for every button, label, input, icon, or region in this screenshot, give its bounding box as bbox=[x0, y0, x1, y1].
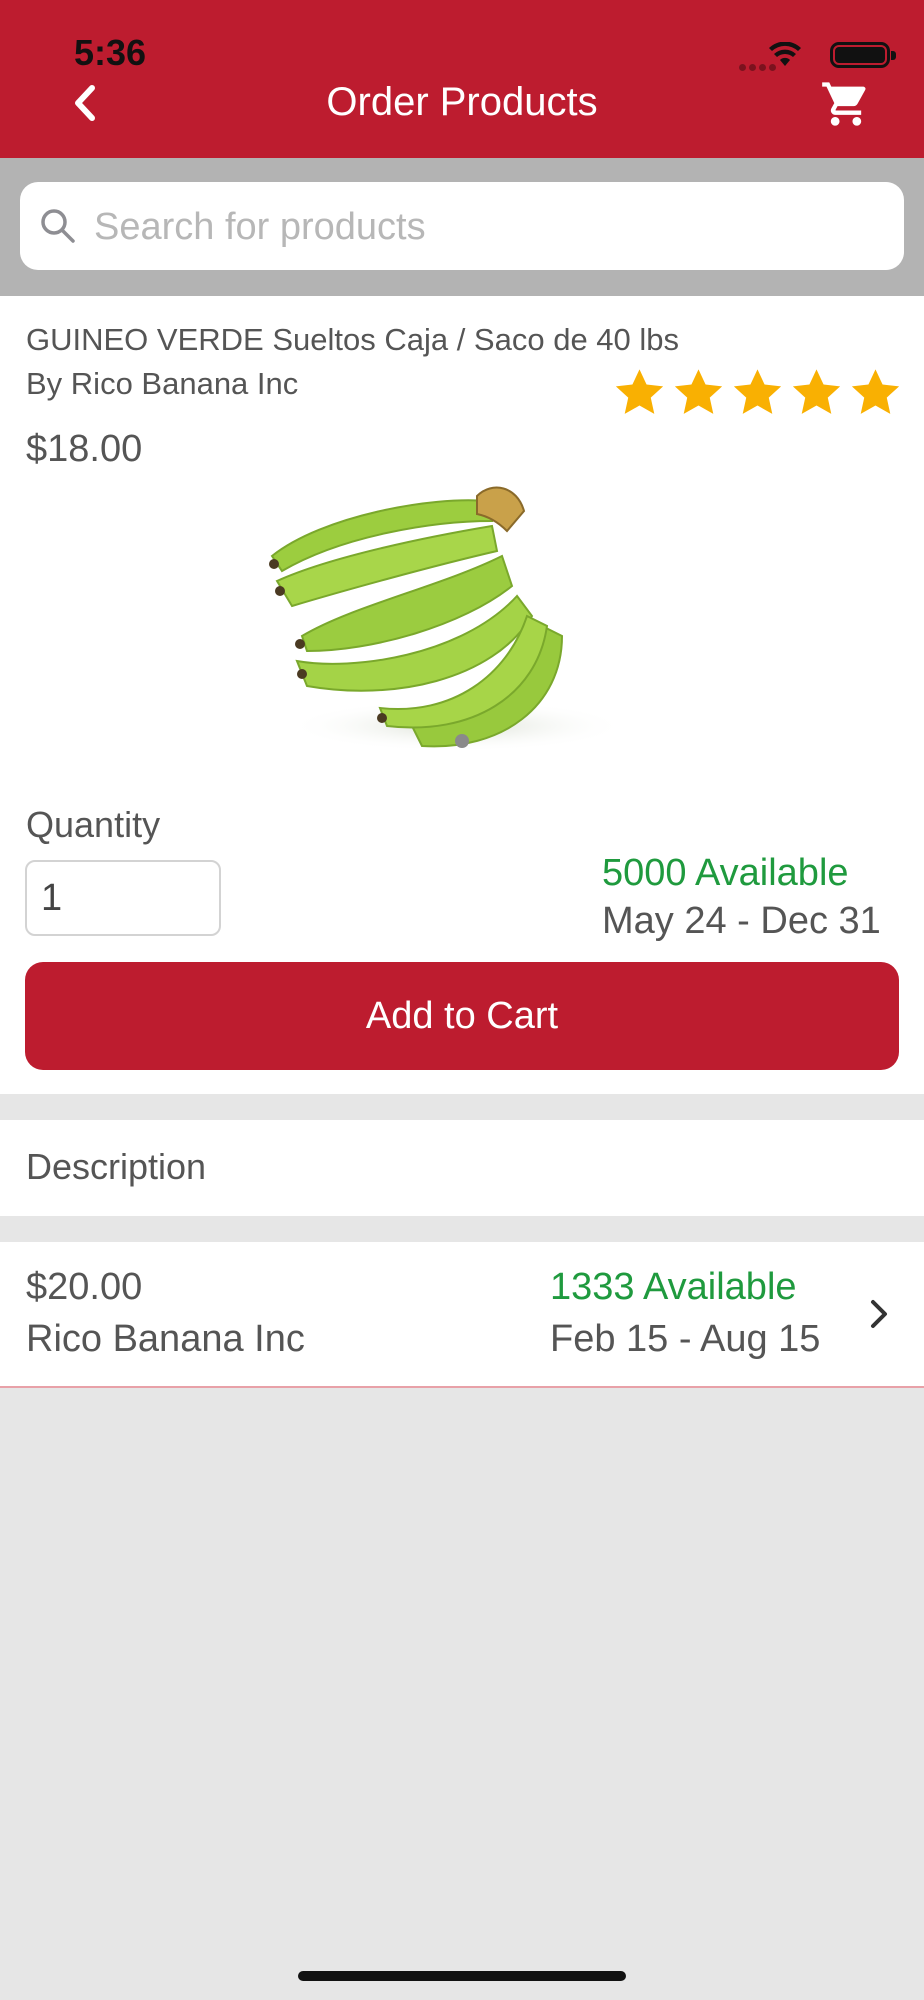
offer-price: $20.00 bbox=[26, 1266, 143, 1308]
star-icon bbox=[674, 369, 723, 414]
offer-available-count: 1333 Available bbox=[550, 1266, 797, 1308]
status-icons bbox=[690, 38, 896, 78]
star-icon bbox=[733, 369, 782, 414]
search-icon bbox=[41, 209, 75, 243]
star-icon bbox=[792, 369, 841, 414]
chevron-right-icon bbox=[871, 1300, 887, 1328]
description-row[interactable]: Description bbox=[0, 1120, 924, 1216]
available-count: 5000 Available bbox=[602, 852, 849, 894]
cart-button[interactable] bbox=[820, 78, 872, 130]
home-indicator[interactable] bbox=[298, 1971, 626, 1981]
page-title: Order Products bbox=[326, 80, 598, 124]
quantity-label: Quantity bbox=[26, 804, 161, 845]
status-time: 5:36 bbox=[74, 32, 147, 73]
product-seller: By Rico Banana Inc bbox=[26, 366, 299, 401]
cart-icon bbox=[822, 82, 866, 126]
wifi-icon bbox=[769, 42, 801, 66]
star-icon bbox=[615, 369, 664, 414]
product-image[interactable] bbox=[262, 476, 662, 768]
offer-row[interactable]: $20.00 Rico Banana Inc 1333 Available Fe… bbox=[0, 1242, 924, 1388]
star-rating bbox=[613, 366, 902, 419]
description-label: Description bbox=[26, 1146, 207, 1187]
nav-header: 5:36 Order Products bbox=[0, 0, 924, 158]
search-bar-container bbox=[0, 158, 924, 296]
battery-icon bbox=[830, 42, 896, 68]
quantity-input[interactable] bbox=[25, 860, 221, 936]
product-card: GUINEO VERDE Sueltos Caja / Saco de 40 l… bbox=[0, 296, 924, 1094]
offer-seller: Rico Banana Inc bbox=[26, 1318, 305, 1360]
search-input[interactable] bbox=[92, 196, 886, 258]
image-page-indicator bbox=[455, 734, 469, 748]
add-to-cart-button[interactable]: Add to Cart bbox=[25, 962, 899, 1070]
star-icon bbox=[851, 369, 900, 414]
product-price: $18.00 bbox=[26, 428, 143, 470]
product-name: GUINEO VERDE Sueltos Caja / Saco de 40 l… bbox=[26, 322, 680, 357]
offer-availability-dates: Feb 15 - Aug 15 bbox=[550, 1318, 821, 1360]
availability-dates: May 24 - Dec 31 bbox=[602, 900, 881, 942]
search-box[interactable] bbox=[20, 182, 904, 270]
